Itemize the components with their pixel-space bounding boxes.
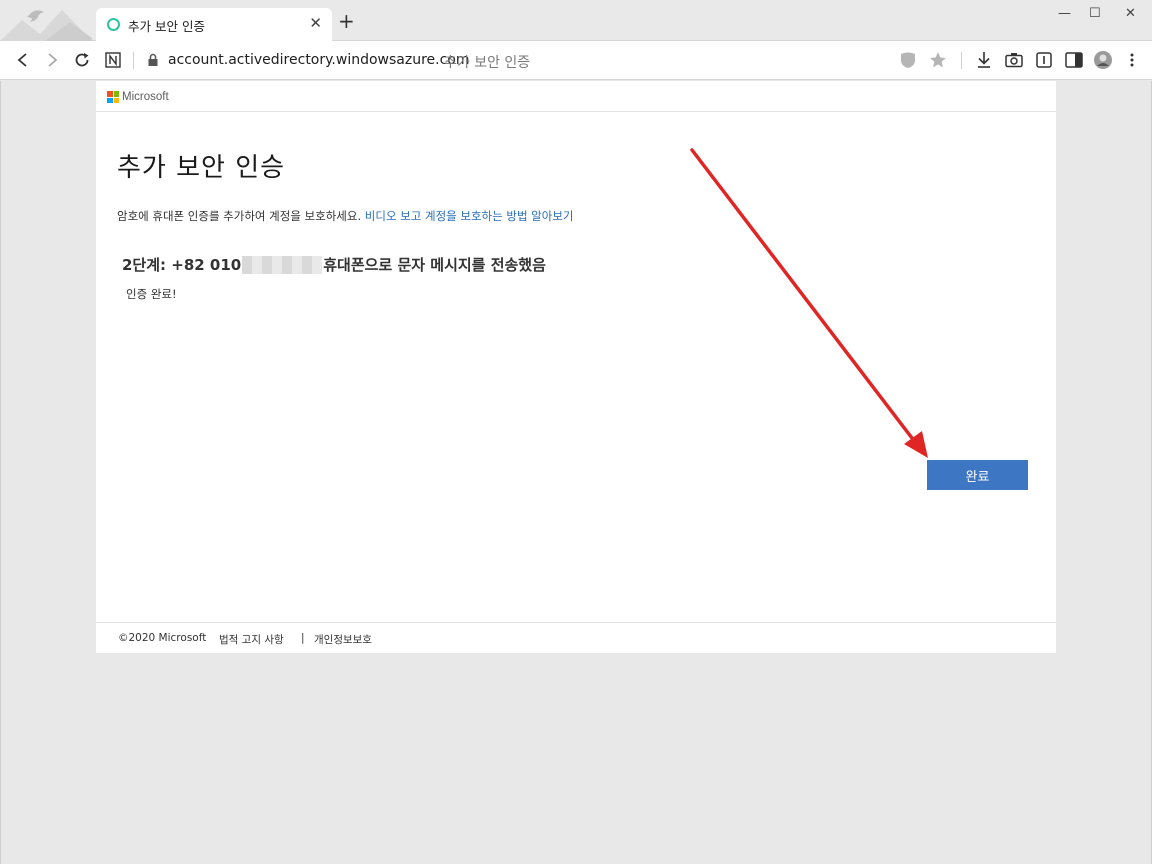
step-suffix: 휴대폰으로 문자 메시지를 전송했음	[323, 256, 546, 274]
notion-icon[interactable]	[103, 50, 123, 70]
tab-title: 추가 보안 인증	[128, 19, 205, 34]
video-help-link[interactable]: 비디오 보고 계정을 보호하는 방법 알아보기	[365, 209, 574, 223]
description-text: 암호에 휴대폰 인증를 추가하여 계정을 보호하세요.	[117, 209, 362, 223]
address-host[interactable]: account.activedirectory.windowsazure.com	[168, 52, 470, 68]
back-icon[interactable]	[13, 50, 33, 70]
browser-logo	[0, 0, 92, 41]
camera-icon[interactable]	[1004, 50, 1024, 70]
reader-icon[interactable]	[1034, 50, 1054, 70]
minimize-button[interactable]: —	[1058, 6, 1071, 21]
maximize-button[interactable]: ☐	[1089, 6, 1101, 21]
profile-avatar[interactable]	[1093, 50, 1113, 70]
shield-icon[interactable]	[898, 50, 918, 70]
brand-name: Microsoft	[122, 91, 169, 103]
legal-link[interactable]: 법적 고지 사항	[219, 632, 284, 647]
step-prefix: 2단계: +82 010	[122, 256, 242, 274]
footer-separator: |	[301, 632, 305, 644]
toolbar-divider	[961, 52, 962, 69]
page-footer: ©2020 Microsoft 법적 고지 사항 | 개인정보보호	[96, 622, 1056, 653]
address-page-title: 추가 보안 인증	[444, 55, 531, 71]
mountain-bird-icon	[0, 10, 92, 41]
close-window-button[interactable]: ✕	[1125, 6, 1136, 21]
microsoft-logo: Microsoft	[107, 91, 169, 103]
verification-status: 인증 완료!	[126, 287, 177, 301]
browser-toolbar: account.activedirectory.windowsazure.com…	[0, 41, 1152, 80]
star-icon[interactable]	[928, 50, 948, 70]
toolbar-divider	[133, 52, 134, 69]
microsoft-logo-icon	[107, 91, 119, 103]
description: 암호에 휴대폰 인증를 추가하여 계정을 보호하세요. 비디오 보고 계정을 보…	[117, 208, 574, 224]
tab-strip: 추가 보안 인증 ✕ + — ☐ ✕	[0, 0, 1152, 41]
new-tab-button[interactable]: +	[338, 11, 355, 31]
sidebar-icon[interactable]	[1064, 50, 1084, 70]
auth-card: Microsoft 추가 보안 인승 암호에 휴대폰 인증를 추가하여 계정을 …	[96, 81, 1056, 653]
done-button[interactable]: 완료	[927, 460, 1028, 490]
reload-icon[interactable]	[72, 50, 92, 70]
privacy-link[interactable]: 개인정보보호	[314, 632, 372, 647]
tab-active[interactable]: 추가 보안 인증 ✕	[96, 8, 332, 41]
menu-icon[interactable]	[1122, 50, 1142, 70]
step-heading: 2단계: +82 010 휴대폰으로 문자 메시지를 전송했음	[122, 254, 546, 275]
lock-icon[interactable]	[143, 50, 163, 70]
download-icon[interactable]	[974, 50, 994, 70]
redacted-phone-number	[242, 255, 323, 274]
copyright: ©2020 Microsoft	[118, 632, 207, 644]
tab-favicon-icon	[107, 18, 120, 31]
brand-header: Microsoft	[96, 81, 1056, 112]
tab-close-icon[interactable]: ✕	[309, 14, 322, 32]
forward-icon[interactable]	[42, 50, 62, 70]
page-title: 추가 보안 인승	[117, 153, 286, 183]
